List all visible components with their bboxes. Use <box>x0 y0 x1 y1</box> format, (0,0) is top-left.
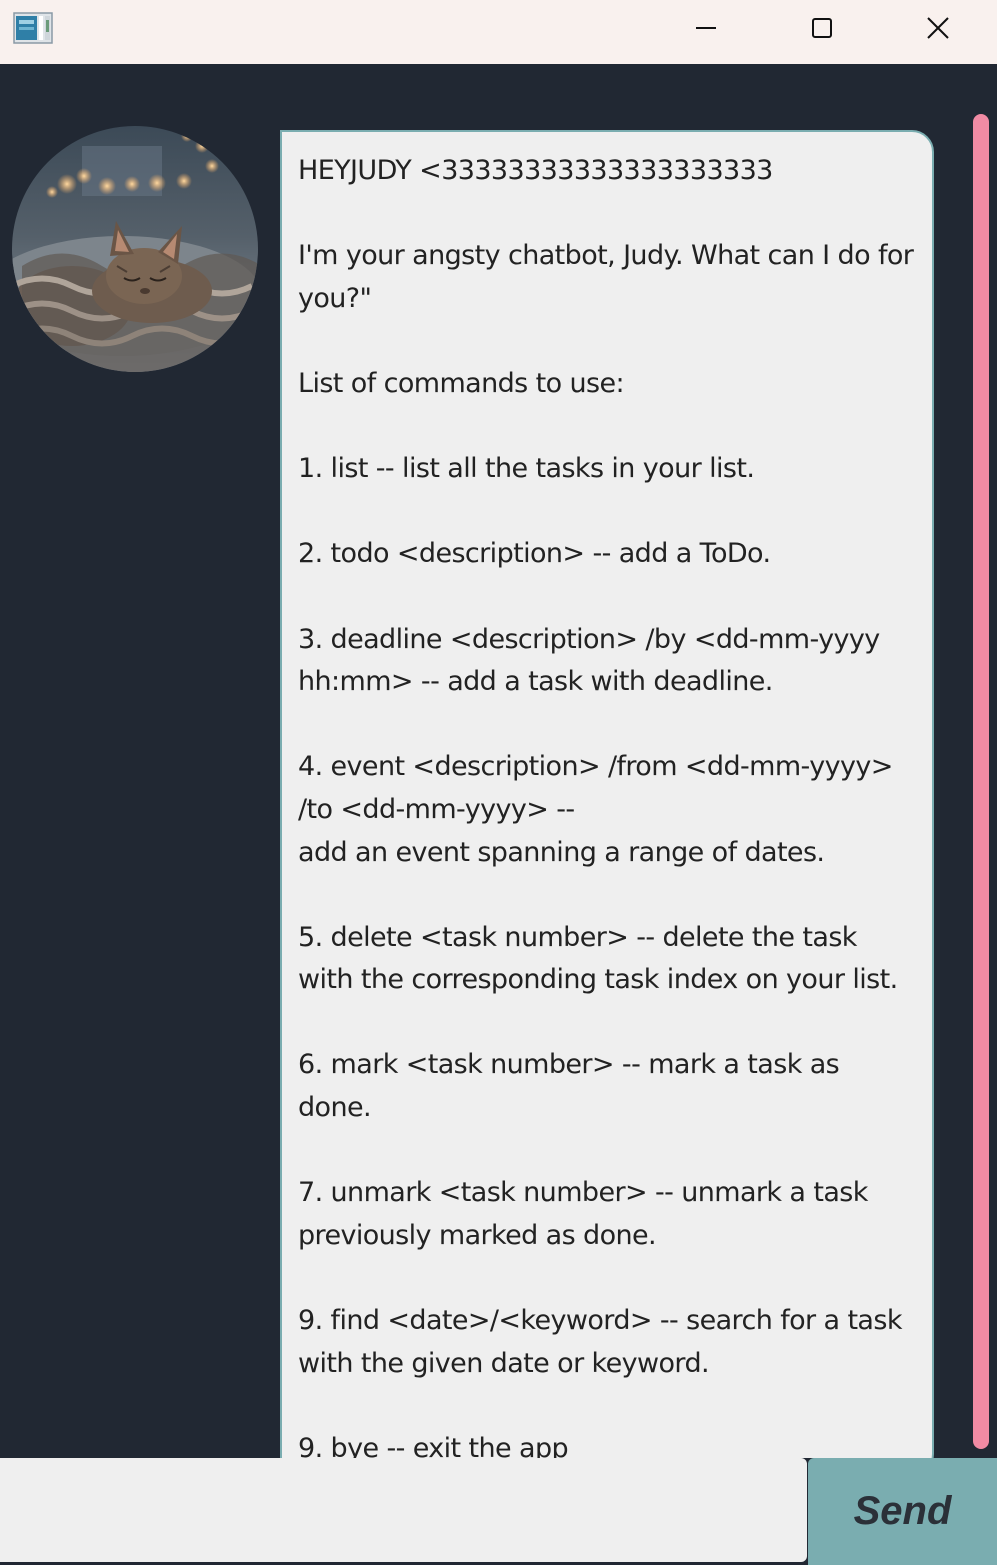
message-input[interactable] <box>0 1458 807 1562</box>
bot-message-bubble: HEYJUDY <33333333333333333333 I'm your a… <box>280 130 934 1476</box>
maximize-button[interactable] <box>764 0 880 56</box>
title-bar[interactable] <box>0 0 997 64</box>
sleeping-cat-avatar-icon <box>12 126 258 372</box>
close-icon <box>927 17 949 39</box>
send-button[interactable]: Send <box>808 1458 997 1565</box>
app-icon <box>13 12 53 44</box>
bot-message-text: HEYJUDY <33333333333333333333 I'm your a… <box>298 155 914 1464</box>
chat-window: HEYJUDY <33333333333333333333 I'm your a… <box>0 0 997 1565</box>
dialog-container[interactable]: HEYJUDY <33333333333333333333 I'm your a… <box>0 64 997 1476</box>
minimize-icon <box>696 27 716 29</box>
minimize-button[interactable] <box>648 0 764 56</box>
bot-avatar <box>12 126 258 372</box>
input-row: Send <box>0 1458 997 1565</box>
maximize-icon <box>812 18 832 38</box>
scrollbar-thumb[interactable] <box>973 114 989 1449</box>
close-button[interactable] <box>880 0 996 56</box>
